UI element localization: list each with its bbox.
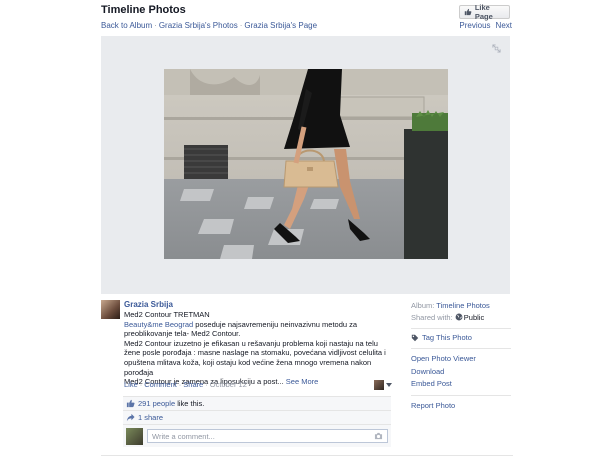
breadcrumb-separator: · [154,21,157,30]
breadcrumb: Back to Album · Grazia Srbija's Photos · Gra… [101,21,317,30]
tag-photo-link[interactable]: Tag This Photo [422,333,472,342]
main-photo[interactable] [164,69,448,259]
photo-pager: Previous Next [459,21,512,30]
thumbs-up-icon [464,8,472,16]
sidebar-divider [411,394,511,396]
page-title: Timeline Photos [101,4,186,16]
like-action[interactable]: Like [124,380,138,389]
like-page-label: Like Page [474,3,493,21]
page-link[interactable]: Grazia Srbija's Page [244,21,317,30]
action-separator: · [139,380,143,389]
tag-photo-row[interactable]: Tag This Photo [411,333,511,342]
report-photo-link[interactable]: Report Photo [411,400,511,413]
album-link[interactable]: Timeline Photos [436,301,490,310]
photo-image [164,69,448,259]
like-page-button[interactable]: Like Page [459,3,510,21]
author-name[interactable]: Grazia Srbija [124,300,173,309]
photo-sidebar: Album: Timeline Photos Shared with: Publ… [411,300,511,412]
post-date[interactable]: October 12 [210,380,247,389]
sidebar-divider [411,328,511,329]
comment-input[interactable]: Write a comment... [147,429,388,443]
download-link[interactable]: Download [411,366,511,379]
post-as-avatar [374,380,384,390]
mention-link[interactable]: Beauty&me Beograd [124,320,193,329]
feedback-box: 291 people like this. 1 share Write a co… [123,396,391,447]
album-meta: Album: Timeline Photos [411,300,511,312]
caret-down-icon [386,383,392,387]
action-separator: · [205,380,208,389]
shared-label: Shared with: [411,313,453,322]
likes-row: 291 people like this. [123,397,391,411]
post-text: Med2 Contour TRETMAN Beauty&me Beograd p… [124,310,396,387]
comment-action[interactable]: Comment [144,380,177,389]
photo-stage [101,36,510,294]
back-to-album-link[interactable]: Back to Album [101,21,152,30]
post-actions: Like · Comment · Share · October 12 [124,380,247,389]
action-separator: · [178,380,182,389]
tag-icon [411,334,419,341]
post-line: Beauty&me Beograd poseduje najsavremenij… [124,320,396,339]
comment-row: Write a comment... [123,425,391,447]
share-icon [126,413,135,422]
open-photo-viewer-link[interactable]: Open Photo Viewer [411,353,511,366]
likes-count-link[interactable]: 291 people [138,399,175,408]
embed-post-link[interactable]: Embed Post [411,378,511,391]
breadcrumb-separator: · [239,21,243,30]
comment-placeholder: Write a comment... [152,431,215,441]
next-link[interactable]: Next [496,21,512,30]
privacy-value[interactable]: Public [464,313,484,322]
sidebar-divider [411,348,511,349]
post-line: Med2 Contour izuzetno je efikasan u reša… [124,338,386,377]
post-line: Med2 Contour TRETMAN [124,310,210,319]
shares-row: 1 share [123,411,391,425]
globe-icon [455,313,463,321]
thumbs-up-icon [126,399,135,408]
viewer-avatar [126,427,143,445]
likes-summary: 291 people like this. [138,399,204,408]
photos-link[interactable]: Grazia Srbija's Photos [159,21,238,30]
likes-rest: like this. [175,399,205,408]
post-as-selector[interactable] [374,380,392,390]
expand-icon[interactable] [492,44,501,53]
shares-link[interactable]: 1 share [138,413,163,422]
previous-link[interactable]: Previous [459,21,490,30]
album-label: Album: [411,301,435,310]
see-more-link[interactable]: See More [286,377,319,386]
bottom-divider [101,455,513,456]
privacy-meta: Shared with: Public [411,312,511,324]
share-action[interactable]: Share [183,380,203,389]
camera-icon[interactable] [374,432,383,440]
author-avatar[interactable] [101,300,120,319]
